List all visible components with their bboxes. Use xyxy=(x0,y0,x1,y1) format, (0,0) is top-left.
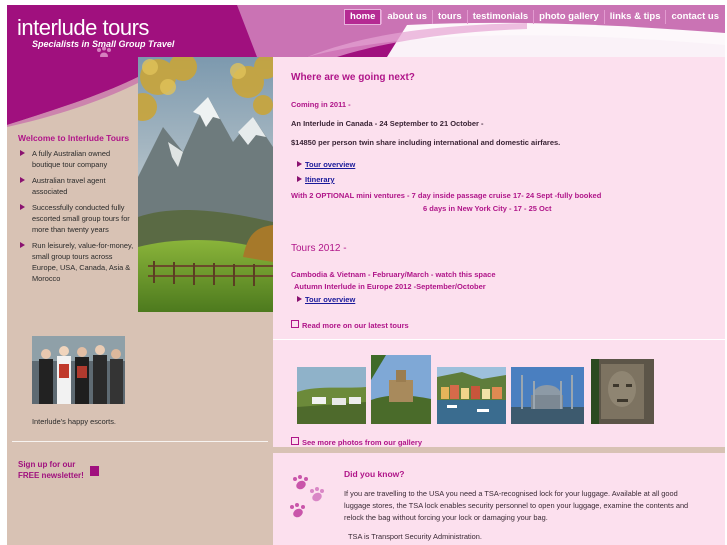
nav-photo-gallery[interactable]: photo gallery xyxy=(533,10,604,24)
new-york-venture: 6 days in New York City - 17 - 25 Oct xyxy=(423,204,552,213)
logo-title[interactable]: interlude tours xyxy=(17,15,149,41)
paw-prints-icon xyxy=(290,475,324,518)
tour-overview-link[interactable]: Tour overview xyxy=(305,160,355,169)
autumn-tour: Autumn Interlude in Europe 2012 -Septemb… xyxy=(294,282,486,291)
welcome-item-text: Australian travel agent associated xyxy=(32,176,106,196)
optional-ventures: With 2 OPTIONAL mini ventures - 7 day in… xyxy=(291,191,602,200)
gallery-thumb-angkor[interactable] xyxy=(591,359,654,424)
welcome-item-text: A fully Australian owned boutique tour c… xyxy=(32,149,111,169)
main-navigation: home about us tours testimonials photo g… xyxy=(344,9,721,25)
main-content: Where are we going next? Coming in 2011 … xyxy=(273,57,725,447)
divider xyxy=(12,441,268,442)
section-heading: Where are we going next? xyxy=(291,72,415,83)
divider xyxy=(273,339,725,340)
more-photos-gallery-link[interactable]: See more photos from our gallery xyxy=(291,437,422,447)
arrow-right-icon xyxy=(20,150,25,156)
read-more-tours-link[interactable]: Read more on our latest tours xyxy=(291,320,409,330)
newsletter-text: Sign up for our FREE newsletter! xyxy=(18,460,84,480)
square-bullet-icon xyxy=(291,320,299,328)
welcome-item: Run leisurely, value-for-money, small gr… xyxy=(18,240,140,284)
welcome-item: Successfully conducted fully escorted sm… xyxy=(18,202,140,235)
cambodia-tour: Cambodia & Vietnam - February/March - wa… xyxy=(291,270,496,279)
gallery-more-text: See more photos from our gallery xyxy=(302,438,423,447)
square-bullet-icon xyxy=(291,437,299,445)
sidebar-swoosh xyxy=(7,57,138,127)
did-you-know-title: Did you know? xyxy=(344,469,405,479)
welcome-item: Australian travel agent associated xyxy=(18,175,140,197)
canada-tour: An Interlude in Canada - 24 September to… xyxy=(291,119,484,128)
coming-2011: Coming in 2011 - xyxy=(291,100,351,109)
page-frame: interlude tours Specialists in Small Gro… xyxy=(7,5,725,545)
nav-home[interactable]: home xyxy=(344,9,382,25)
document-icon[interactable] xyxy=(90,466,99,476)
tour-overview-link-2012[interactable]: Tour overview xyxy=(305,295,355,304)
nav-contact-us[interactable]: contact us xyxy=(665,10,721,24)
gallery-thumb-canyon[interactable] xyxy=(297,367,366,424)
escorts-photo xyxy=(32,336,125,404)
arrow-right-icon xyxy=(20,177,25,183)
arrow-right-icon xyxy=(297,296,302,302)
price-text: $14850 per person twin share including i… xyxy=(291,138,561,147)
arrow-right-icon xyxy=(297,161,302,167)
arrow-right-icon xyxy=(20,242,25,248)
escorts-caption: Interlude's happy escorts. xyxy=(32,417,116,426)
gallery-thumb-mosque[interactable] xyxy=(511,367,584,424)
read-more-text: Read more on our latest tours xyxy=(302,321,409,330)
did-you-know-box: Did you know? If you are travelling to t… xyxy=(273,453,725,545)
arrow-right-icon xyxy=(20,204,25,210)
site-header: interlude tours Specialists in Small Gro… xyxy=(7,5,725,60)
welcome-title: Welcome to Interlude Tours xyxy=(18,133,130,143)
tours-2012-heading: Tours 2012 - xyxy=(291,243,347,254)
newsletter-signup-link[interactable]: Sign up for our FREE newsletter! xyxy=(18,459,88,481)
did-you-know-body: If you are travelling to the USA you nee… xyxy=(344,489,689,522)
welcome-item: A fully Australian owned boutique tour c… xyxy=(18,148,140,170)
tsa-footnote: TSA is Transport Security Administration… xyxy=(348,532,482,541)
itinerary-link[interactable]: Itinerary xyxy=(305,175,335,184)
nav-links-tips[interactable]: links & tips xyxy=(603,10,666,24)
nav-tours[interactable]: tours xyxy=(431,10,467,24)
welcome-item-text: Run leisurely, value-for-money, small gr… xyxy=(32,241,134,283)
welcome-list: A fully Australian owned boutique tour c… xyxy=(18,148,140,284)
arrow-right-icon xyxy=(297,176,302,182)
gallery-thumb-harbour[interactable] xyxy=(437,367,506,424)
welcome-item-text: Successfully conducted fully escorted sm… xyxy=(32,203,130,234)
nav-about-us[interactable]: about us xyxy=(381,10,432,24)
welcome-box: Welcome to Interlude Tours A fully Austr… xyxy=(18,133,140,289)
hero-mountain-photo xyxy=(138,57,273,312)
gallery-thumb-castle[interactable] xyxy=(371,355,431,424)
nav-testimonials[interactable]: testimonials xyxy=(466,10,533,24)
